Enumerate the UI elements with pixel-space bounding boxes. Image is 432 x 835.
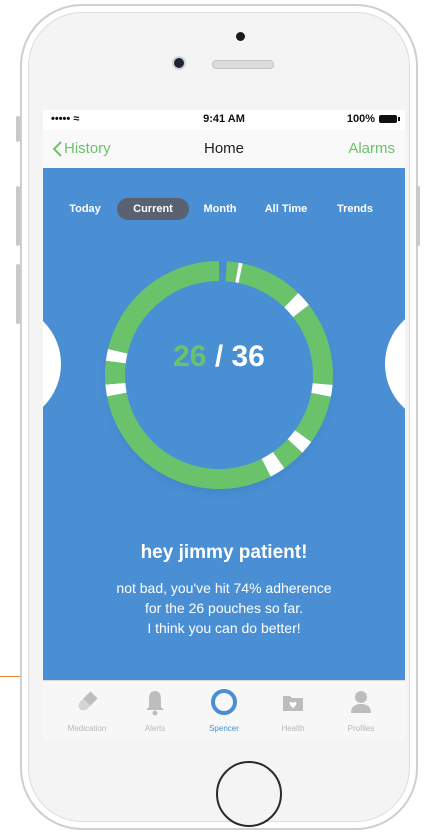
mute-switch	[16, 116, 20, 142]
ring-missed-3	[311, 383, 333, 397]
navigation-bar: History Home Alarms	[43, 130, 405, 169]
tab-trends[interactable]: Trends	[325, 198, 385, 220]
tab-spencer[interactable]: Spencer	[194, 687, 254, 733]
ring-missed-5	[261, 451, 285, 477]
tab-all-time[interactable]: All Time	[255, 198, 317, 220]
ring-missed-6	[105, 382, 127, 397]
adherence-message: not bad, you've hit 74% adherence for th…	[63, 578, 385, 638]
pouches-taken: 26	[173, 340, 207, 373]
tab-spencer-label: Spencer	[209, 724, 239, 733]
volume-down-button	[16, 264, 20, 324]
volume-up-button	[16, 186, 20, 246]
tab-profiles-label: Profiles	[347, 724, 375, 733]
greeting-heading: hey jimmy patient!	[140, 542, 308, 563]
pill-icon	[78, 691, 98, 711]
adherence-ring	[94, 240, 344, 510]
next-card[interactable]	[385, 304, 405, 424]
front-camera	[174, 58, 184, 68]
ring-icon	[211, 689, 237, 715]
message-line-3: I think you can do better!	[147, 620, 301, 636]
tab-alerts-label: Alerts	[144, 724, 166, 733]
tab-health-label: Health	[281, 724, 305, 733]
alarms-button[interactable]: Alarms	[348, 140, 395, 157]
pouches-total: 36	[231, 340, 265, 373]
tab-profiles[interactable]: Profiles	[331, 687, 391, 733]
tab-month[interactable]: Month	[193, 198, 247, 220]
previous-card[interactable]	[43, 304, 61, 424]
pouch-counter: 26 / 36	[94, 340, 344, 374]
home-button[interactable]	[216, 761, 282, 827]
ring-missed-2	[284, 292, 309, 318]
main-content: Today Current Month All Time Trends 26 /…	[43, 168, 405, 680]
ring-segment-1	[225, 261, 239, 283]
counter-separator: /	[206, 340, 232, 373]
bell-icon	[146, 691, 164, 716]
person-icon	[351, 691, 371, 713]
message-line-1: not bad, you've hit 74% adherence	[116, 580, 332, 596]
ring-missed-1	[235, 262, 243, 284]
tab-health[interactable]: Health	[263, 687, 323, 733]
tab-medication[interactable]: Medication	[57, 687, 117, 733]
power-button	[416, 186, 420, 246]
tab-today[interactable]: Today	[59, 198, 111, 220]
battery-percent: 100%	[346, 113, 375, 125]
battery-icon	[379, 115, 400, 123]
proximity-sensor	[236, 32, 245, 41]
period-tabs: Today Current Month All Time Trends	[43, 198, 405, 220]
folder-heart-icon	[283, 696, 303, 711]
earpiece-speaker	[212, 60, 274, 69]
app-screen: ••••• ≈ 9:41 AM 100% History Home Alarms…	[43, 110, 405, 740]
adherence-ring-graphic	[105, 261, 333, 489]
tab-alerts[interactable]: Alerts	[125, 687, 185, 733]
message-line-2: for the 26 pouches so far.	[145, 600, 303, 616]
tab-medication-label: Medication	[67, 724, 107, 733]
ring-missed-4	[287, 430, 312, 453]
ring-segment-5	[272, 438, 303, 469]
bottom-tab-bar: Medication Alerts Spencer Health Profile…	[43, 680, 405, 740]
tab-current[interactable]: Current	[117, 198, 189, 220]
status-bar: ••••• ≈ 9:41 AM 100%	[43, 110, 405, 128]
